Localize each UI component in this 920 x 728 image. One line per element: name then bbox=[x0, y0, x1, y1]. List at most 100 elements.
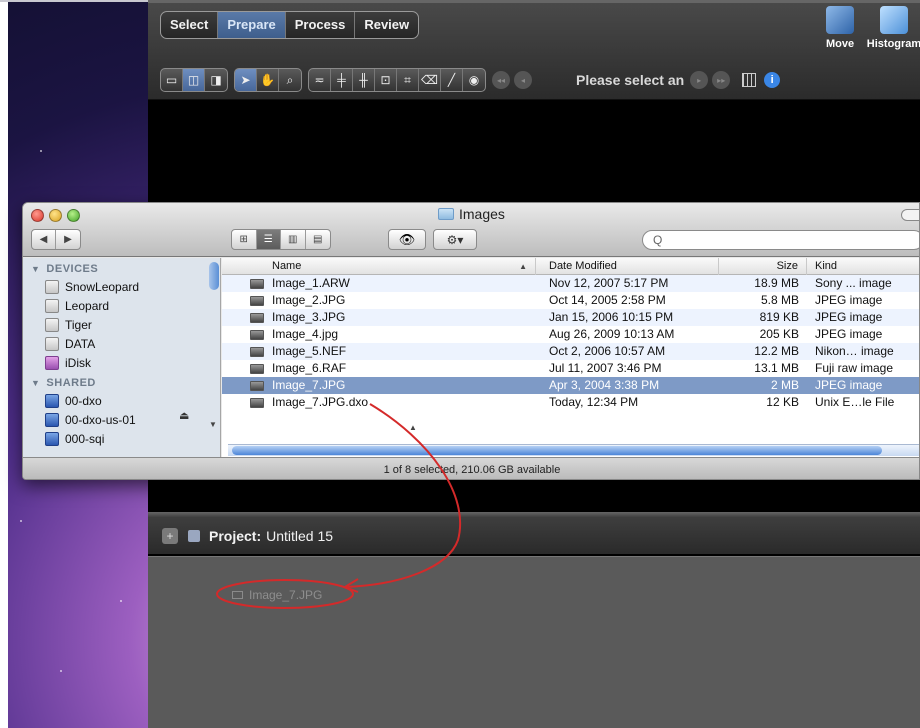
single-view-button[interactable]: ▭ bbox=[161, 69, 183, 91]
tool-button-group: ➤ ✋ ⌕ bbox=[234, 68, 302, 92]
table-row[interactable]: Image_6.RAF Jul 11, 2007 3:46 PM 13.1 MB Fu… bbox=[222, 360, 919, 377]
file-size: 819 KB bbox=[759, 310, 799, 324]
tab-prepare[interactable]: Prepare bbox=[218, 12, 286, 38]
file-name: Image_7.JPG.dxo bbox=[272, 395, 369, 409]
save-project-icon[interactable] bbox=[188, 530, 200, 542]
move-label: Move bbox=[825, 38, 855, 50]
zoom-icon[interactable]: ⌕ bbox=[279, 69, 301, 91]
column-header-name[interactable]: Name ▲ bbox=[222, 258, 536, 275]
table-row[interactable]: Image_5.NEF Oct 2, 2006 10:57 AM 12.2 MB Ni… bbox=[222, 343, 919, 360]
sidebar-item-data[interactable]: DATA bbox=[23, 334, 220, 353]
first-image-icon[interactable]: ◂◂ bbox=[492, 71, 510, 89]
sidebar-scrollbar[interactable] bbox=[209, 262, 219, 290]
sidebar-item-leopard[interactable]: Leopard bbox=[23, 296, 220, 315]
hand-icon[interactable]: ✋ bbox=[257, 69, 279, 91]
project-name: Untitled 15 bbox=[266, 528, 334, 544]
finder-window: Images ◀ ▶ ⊞ ☰ ▥ ▤ 👁 ⚙▾ Q ▼ DEVICES SnowL… bbox=[22, 202, 920, 480]
sidebar-item-00-dxo[interactable]: 00-dxo bbox=[23, 391, 220, 410]
scroll-down-icon[interactable]: ▼ bbox=[209, 420, 217, 429]
file-kind: Sony ... image bbox=[815, 276, 892, 290]
horizon-icon[interactable]: ╪ bbox=[331, 69, 353, 91]
file-kind: Nikon… image bbox=[815, 344, 894, 358]
image-file-icon bbox=[250, 363, 264, 374]
forward-icon[interactable]: ▶ bbox=[56, 230, 80, 249]
column-header-size[interactable]: Size bbox=[719, 258, 807, 275]
pointer-icon[interactable]: ➤ bbox=[235, 69, 257, 91]
shared-header[interactable]: ▼ SHARED bbox=[31, 377, 220, 389]
file-kind: Fuji raw image bbox=[815, 361, 894, 375]
sidebar-item-label: 000-sqi bbox=[65, 431, 105, 446]
file-size: 18.9 MB bbox=[754, 276, 799, 290]
sidebar-item-000-sqi[interactable]: 000-sqi bbox=[23, 429, 220, 448]
list-view-icon[interactable]: ☰ bbox=[256, 230, 281, 249]
histogram-label: Histogram bbox=[866, 38, 920, 50]
quick-look-eye-icon[interactable]: 👁 bbox=[388, 229, 426, 250]
sidebar-item-tiger[interactable]: Tiger bbox=[23, 315, 220, 334]
tab-review[interactable]: Review bbox=[355, 12, 418, 38]
action-gear-icon[interactable]: ⚙▾ bbox=[433, 229, 477, 250]
table-row[interactable]: Image_1.ARW Nov 12, 2007 5:17 PM 18.9 MB So… bbox=[222, 275, 919, 292]
image-file-icon bbox=[250, 380, 264, 391]
sidebar-item-00-dxo-us-01[interactable]: 00-dxo-us-01 bbox=[23, 410, 220, 429]
sidebar-item-snowleopard[interactable]: SnowLeopard bbox=[23, 277, 220, 296]
dxo-toolbar: ▭ ◫ ◨ ➤ ✋ ⌕ ≂ ╪ ╫ ⊡ ⌗ ⌫ ╱ ◉ ◂◂ ◂ Please … bbox=[160, 68, 920, 92]
next-image-icon[interactable]: ▸ bbox=[690, 71, 709, 89]
scrollbar-thumb[interactable] bbox=[232, 446, 882, 455]
sidebar-item-label: 00-dxo bbox=[65, 393, 102, 408]
hard-drive-icon bbox=[45, 298, 59, 313]
tab-process[interactable]: Process bbox=[286, 12, 356, 38]
cover-flow-icon[interactable]: ▤ bbox=[306, 230, 330, 249]
project-image-item[interactable]: Image_7.JPG bbox=[232, 588, 322, 602]
file-name: Image_7.JPG bbox=[272, 378, 346, 392]
view-mode-buttons: ⊞ ☰ ▥ ▤ bbox=[231, 229, 331, 250]
project-bar: + Project: Untitled 15 bbox=[148, 518, 920, 554]
scroll-up-icon[interactable]: ▲ bbox=[409, 423, 417, 432]
back-icon[interactable]: ◀ bbox=[32, 230, 57, 249]
zoom-window-icon[interactable] bbox=[67, 209, 80, 222]
icon-view-icon[interactable]: ⊞ bbox=[232, 230, 257, 249]
move-tool-button[interactable]: Move bbox=[820, 6, 860, 50]
file-size: 205 KB bbox=[759, 327, 799, 341]
crop-icon[interactable]: ⌗ bbox=[397, 69, 419, 91]
search-input[interactable]: Q bbox=[642, 230, 919, 250]
column-view-icon[interactable]: ▥ bbox=[281, 230, 306, 249]
grid-icon[interactable] bbox=[742, 73, 757, 87]
column-header-kind[interactable]: Kind bbox=[807, 258, 919, 275]
straighten-icon[interactable]: ≂ bbox=[309, 69, 331, 91]
file-size: 2 MB bbox=[770, 378, 799, 392]
file-size: 12 KB bbox=[766, 395, 799, 409]
table-row[interactable]: Image_3.JPG Jan 15, 2006 10:15 PM 819 KB JP… bbox=[222, 309, 919, 326]
column-header-date[interactable]: Date Modified bbox=[536, 258, 719, 275]
sidebar-item-idisk[interactable]: iDisk bbox=[23, 353, 220, 372]
close-icon[interactable] bbox=[31, 209, 44, 222]
file-size: 5.8 MB bbox=[760, 293, 799, 307]
split-view-button[interactable]: ◨ bbox=[205, 69, 227, 91]
star bbox=[40, 150, 42, 152]
histogram-tool-button[interactable]: Histogram bbox=[866, 6, 920, 50]
horizontal-scrollbar[interactable] bbox=[228, 444, 919, 456]
toolbar-toggle-button[interactable] bbox=[901, 209, 919, 221]
perspective-icon[interactable]: ⊡ bbox=[375, 69, 397, 91]
compare-view-button[interactable]: ◫ bbox=[183, 69, 205, 91]
minimize-icon[interactable] bbox=[49, 209, 62, 222]
window-edge bbox=[0, 0, 148, 5]
eraser-icon[interactable]: ⌫ bbox=[419, 69, 441, 91]
table-row[interactable]: Image_7.JPG.dxo Today, 12:34 PM 12 KB Unix … bbox=[222, 394, 919, 411]
eject-icon[interactable]: ⏏ bbox=[179, 409, 189, 422]
brush-icon[interactable]: ╱ bbox=[441, 69, 463, 91]
finder-titlebar[interactable]: Images ◀ ▶ ⊞ ☰ ▥ ▤ 👁 ⚙▾ Q bbox=[23, 203, 919, 257]
last-image-icon[interactable]: ▸▸ bbox=[712, 71, 731, 89]
table-row[interactable]: Image_4.jpg Aug 26, 2009 10:13 AM 205 KB JP… bbox=[222, 326, 919, 343]
sidebar-item-label: iDisk bbox=[65, 355, 91, 370]
info-icon[interactable]: i bbox=[764, 72, 781, 88]
file-name: Image_4.jpg bbox=[272, 327, 339, 341]
tab-select[interactable]: Select bbox=[161, 12, 219, 38]
table-row[interactable]: Image_2.JPG Oct 14, 2005 2:58 PM 5.8 MB JPE… bbox=[222, 292, 919, 309]
color-picker-icon[interactable]: ◉ bbox=[463, 69, 485, 91]
devices-header[interactable]: ▼ DEVICES bbox=[31, 263, 220, 275]
previous-image-icon[interactable]: ◂ bbox=[514, 71, 532, 89]
add-project-icon[interactable]: + bbox=[162, 528, 178, 544]
white-balance-icon[interactable]: ╫ bbox=[353, 69, 375, 91]
table-row[interactable]: Image_7.JPG Apr 3, 2004 3:38 PM 2 MB JPEG i… bbox=[222, 377, 919, 394]
project-panel: Image_7.JPG bbox=[148, 556, 920, 728]
